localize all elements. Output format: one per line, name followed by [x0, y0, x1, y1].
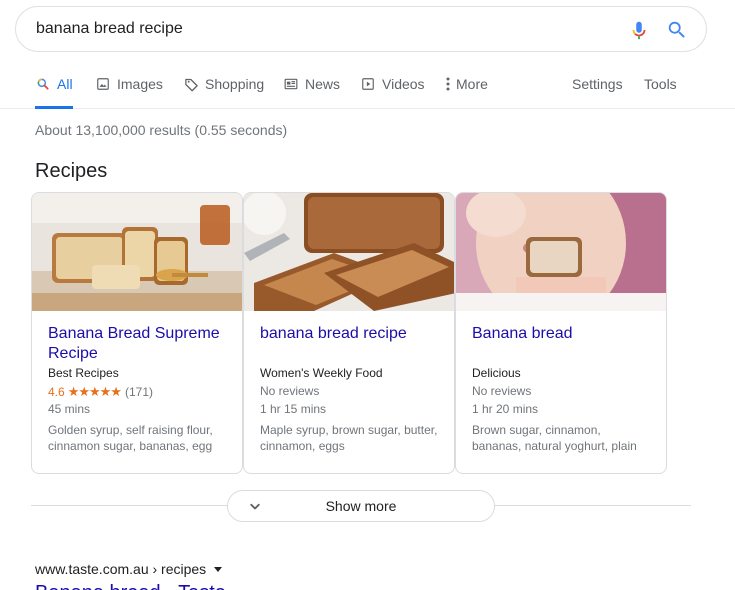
recipe-time: 1 hr 20 mins: [472, 402, 539, 416]
tab-label: More: [456, 76, 488, 92]
tag-icon: [183, 76, 199, 92]
recipe-source: Women's Weekly Food: [260, 366, 383, 380]
microphone-icon[interactable]: [628, 19, 650, 41]
recipe-ingredients: Maple syrup, brown sugar, butter, cinnam…: [260, 423, 438, 453]
rating-value: 4.6: [48, 385, 65, 399]
tab-label: All: [57, 76, 73, 92]
recipe-card[interactable]: Banana bread Delicious No reviews 1 hr 2…: [455, 192, 667, 474]
recipe-card[interactable]: Banana Bread Supreme Recipe Best Recipes…: [31, 192, 243, 474]
chevron-down-icon: [250, 503, 260, 510]
settings-link[interactable]: Settings: [572, 60, 623, 108]
tab-label: News: [305, 76, 341, 92]
recipe-image: [244, 193, 454, 311]
show-more-button[interactable]: Show more: [227, 490, 495, 522]
search-input[interactable]: banana bread recipe: [36, 20, 706, 38]
image-icon: [95, 76, 111, 92]
tab-videos[interactable]: Videos: [360, 60, 425, 108]
recipe-ingredients: Brown sugar, cinnamon, bananas, natural …: [472, 423, 637, 453]
search-icon[interactable]: [666, 19, 688, 41]
recipe-rating: 4.6 ★★★★★ (171): [48, 384, 226, 400]
dots-icon: [444, 76, 452, 92]
recipe-time: 1 hr 15 mins: [260, 402, 327, 416]
tab-news[interactable]: News: [283, 60, 340, 108]
recipe-title[interactable]: banana bread recipe: [260, 324, 438, 364]
tab-shopping[interactable]: Shopping: [183, 60, 264, 108]
newspaper-icon: [283, 76, 299, 92]
result-title[interactable]: Banana bread - Taste: [35, 582, 226, 590]
recipe-ingredients: Golden syrup, self raising flour, cinnam…: [48, 423, 213, 453]
recipe-title[interactable]: Banana Bread Supreme Recipe: [48, 324, 226, 364]
result-stats: About 13,100,000 results (0.55 seconds): [35, 122, 288, 138]
review-count: No reviews: [260, 384, 320, 398]
recipe-source: Best Recipes: [48, 366, 119, 380]
recipe-card[interactable]: banana bread recipe Women's Weekly Food …: [243, 192, 455, 474]
tab-label: Images: [117, 76, 163, 92]
recipe-image: [456, 193, 666, 311]
search-box[interactable]: banana bread recipe: [15, 6, 707, 52]
search-tabs: All Images Shopping News Videos More Set…: [0, 60, 735, 109]
tab-images[interactable]: Images: [95, 60, 163, 108]
result-cite: www.taste.com.au › recipes: [35, 561, 207, 577]
tools-link[interactable]: Tools: [644, 60, 677, 108]
recipe-image: [32, 193, 242, 311]
tab-all[interactable]: All: [35, 60, 73, 109]
recipe-source: Delicious: [472, 366, 521, 380]
tab-label: Videos: [382, 76, 425, 92]
result-url[interactable]: www.taste.com.au › recipes: [35, 561, 223, 577]
star-rating-icon: ★★★★★: [67, 384, 122, 399]
play-icon: [360, 76, 376, 92]
recipes-heading: Recipes: [35, 160, 108, 182]
recipe-time: 45 mins: [48, 402, 91, 416]
caret-down-icon[interactable]: [214, 566, 223, 572]
search-icon: [35, 76, 51, 92]
review-count: (171): [124, 385, 153, 399]
show-more-label: Show more: [325, 498, 397, 514]
tab-label: Shopping: [205, 76, 265, 92]
tab-more[interactable]: More: [444, 60, 488, 108]
recipe-title[interactable]: Banana bread: [472, 324, 650, 364]
review-count: No reviews: [472, 384, 532, 398]
